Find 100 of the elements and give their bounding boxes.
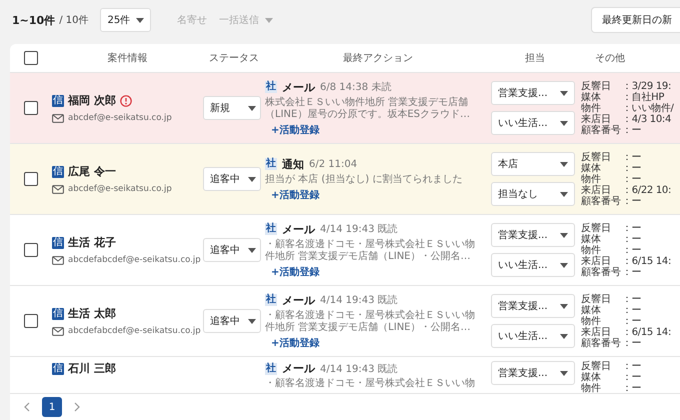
detail-label: 顧客番号 [581,266,622,278]
action-type: メール [282,361,315,376]
detail-value: ：ー [622,152,642,162]
contact-type-badge: 信 [52,236,64,248]
add-activity-link[interactable]: +活動登録 [271,264,320,278]
action-time: 4/14 19:43 既読 [320,222,398,236]
page-button[interactable]: 1 [42,397,62,417]
add-activity-link[interactable]: +活動登録 [271,122,320,136]
customer-name[interactable]: 広尾 令一 [68,164,116,179]
caret-icon [560,120,568,126]
caret-icon [136,18,144,22]
detail-label: 来店日 [581,256,612,266]
detail-label: 来店日 [581,326,612,338]
assignee-select[interactable]: 担当なし [491,182,575,206]
detail-label: 反響日 [581,222,612,234]
email-address: abcdef@e-seikatsu.co.jp [68,184,172,194]
detail-label: 反響日 [581,152,612,162]
action-type: 通知 [282,156,304,172]
row-checkbox[interactable] [24,314,38,328]
caret-icon [560,304,568,308]
detail-value: ：ー [622,372,642,383]
detail-value: ：4/3 10:4 [622,114,672,124]
status-select[interactable]: 追客中 [203,309,261,333]
chevron-left-icon[interactable] [24,402,30,412]
add-activity-link[interactable]: +活動登録 [271,188,320,202]
assignee-select[interactable]: 営業支援... [491,81,575,105]
assignee-select[interactable]: 本店 [491,152,575,176]
select-all-checkbox[interactable] [24,51,38,65]
detail-value: ：ー [622,222,642,234]
result-range: 1~10件 [12,12,56,28]
detail-label: 顧客番号 [581,196,622,206]
caret-icon [560,370,568,376]
action-type: メール [282,292,315,308]
mail-icon [52,256,64,264]
caret-icon [560,262,568,268]
assignee-select[interactable]: 営業支援... [491,223,575,247]
action-message: 担当が 本店 (担当なし) に割当てられました [265,174,462,186]
customer-name[interactable]: 生活 花子 [68,235,116,250]
status-select[interactable]: 追客中 [203,238,261,262]
customer-name[interactable]: 福岡 次郎 [68,93,116,108]
result-total: / 10件 [59,14,88,27]
column-header: その他 [594,52,626,65]
action-source-badge: 社 [265,81,277,93]
action-type: メール [282,80,315,94]
caret-icon [560,90,568,96]
action-type: メール [282,222,315,236]
mail-icon [52,184,64,194]
detail-value: ：ー [622,294,642,304]
row-checkbox[interactable] [24,243,38,257]
chevron-right-icon[interactable] [74,402,80,412]
row-checkbox[interactable] [24,101,38,115]
detail-value: ：ー [622,174,642,184]
status-select[interactable]: 新規 [203,96,261,120]
column-header: 最終アクション [342,52,414,65]
caret-icon [248,318,256,324]
assignee-select[interactable]: 営業支援... [491,361,575,385]
assignee-select[interactable]: いい生活... [491,111,575,135]
contact-type-badge: 信 [52,166,64,178]
detail-value: ：ー [622,361,642,372]
action-message: ・顧客名渡邊ドコモ・屋号株式会社ＥＳいい物 [265,378,475,390]
row-checkbox[interactable] [24,172,38,186]
customer-name[interactable]: 生活 太郎 [68,306,116,321]
caret-icon [248,176,256,182]
detail-label: 来店日 [581,114,612,124]
detail-value: ：ー [622,124,642,136]
action-time: 6/8 14:38 未読 [320,80,392,94]
action-time: 6/2 11:04 [309,158,358,170]
page-size-select[interactable]: 25件 [100,8,152,32]
assignee-select[interactable]: いい生活... [491,253,575,277]
action-message: ・顧客名渡邊ドコモ・屋号株式会社ＥＳいい物件地所 営業支援デモ店舗（LINE）・公開名… [265,238,476,262]
column-header: 担当 [524,52,546,65]
action-message: ・顧客名渡邊ドコモ・屋号株式会社ＥＳいい物件地所 営業支援デモ店舗（LINE）・公開名… [265,310,476,334]
detail-label: 顧客番号 [581,338,622,348]
email-address: abcdefabcdef@e-seikatsu.co.jp [68,255,201,265]
email-address: abcdefabcdef@e-seikatsu.co.jp [68,326,201,336]
detail-label: 媒体 [581,372,602,383]
email-address: abcdef@e-seikatsu.co.jp [68,113,172,123]
detail-value: ：6/15 14: [622,326,672,338]
detail-label: 顧客番号 [581,124,622,136]
action-source-badge: 社 [265,223,277,235]
action-time: 4/14 19:43 既読 [320,362,398,376]
detail-label: 物件 [581,244,602,256]
add-activity-link[interactable]: +活動登録 [271,336,320,350]
sort-button[interactable]: 最終更新日の新 [591,7,680,33]
column-header: ステータス [208,52,260,65]
caret-icon [265,18,274,22]
action-message: 株式会社ＥＳいい物件地所 営業支援デモ店舗（LINE）屋号の分原です。坂本ESクラウド… [265,96,471,120]
detail-value: ：3/29 19: [622,80,672,92]
detail-label: 媒体 [581,304,602,316]
assignee-select[interactable]: いい生活... [491,324,575,348]
assignee-select[interactable]: 営業支援... [491,294,575,318]
detail-value: ：ー [622,304,642,316]
detail-value: ：ー [622,244,642,256]
customer-name[interactable]: 石川 三郎 [68,361,116,376]
detail-value: ：ー [622,316,642,326]
caret-icon [560,192,568,196]
detail-label: 来店日 [581,184,612,196]
contact-type-badge: 信 [52,308,64,320]
detail-label: 物件 [581,174,602,184]
status-select[interactable]: 追客中 [203,167,261,191]
